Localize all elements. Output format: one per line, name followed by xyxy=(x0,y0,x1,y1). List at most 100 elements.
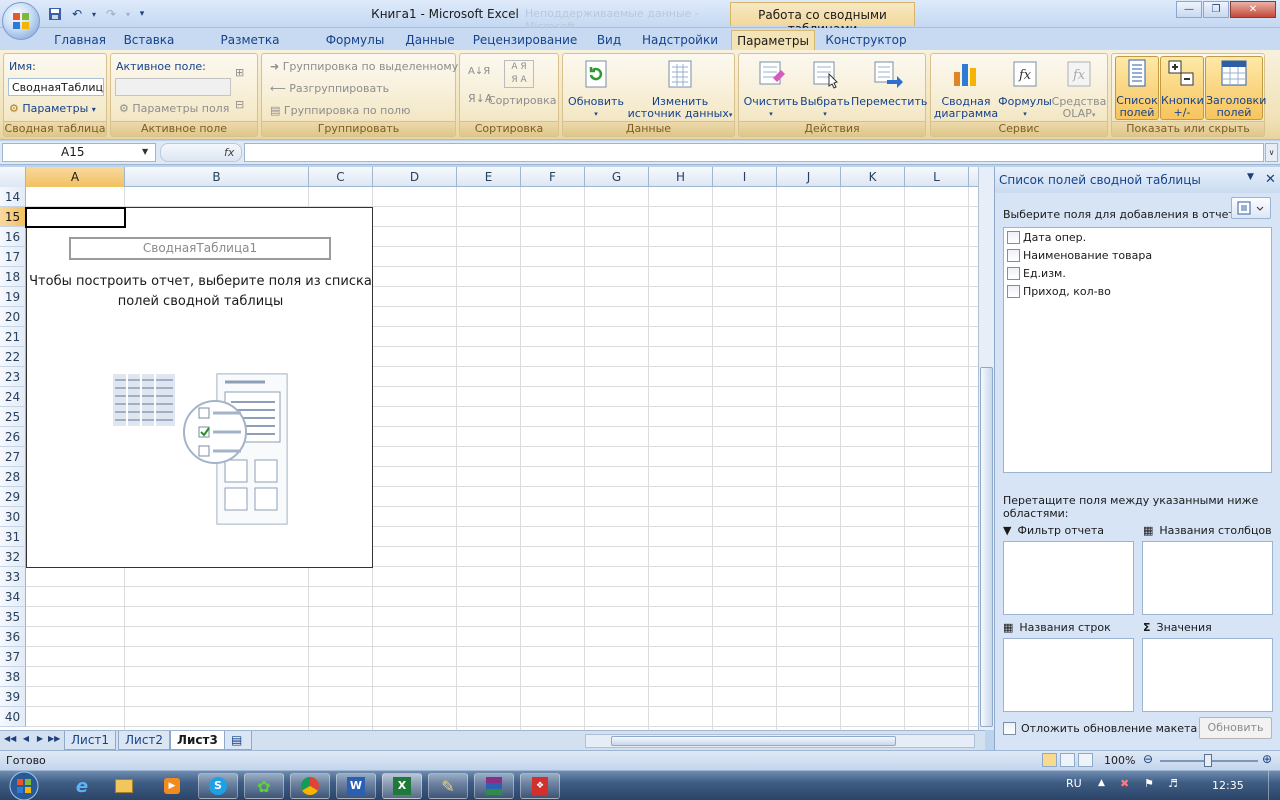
sheet-tab[interactable]: Лист2 xyxy=(118,731,171,750)
row-header[interactable]: 27 xyxy=(0,447,26,467)
pane-close-icon[interactable]: ✕ xyxy=(1265,172,1276,187)
tab-data[interactable]: Данные xyxy=(398,30,462,50)
tab-home[interactable]: Главная xyxy=(50,30,110,50)
save-icon[interactable] xyxy=(46,5,64,23)
horizontal-scrollbar[interactable] xyxy=(585,734,975,748)
field-checkbox[interactable] xyxy=(1007,230,1020,244)
page-break-view-icon[interactable] xyxy=(1078,753,1093,767)
collapse-field-icon[interactable]: ⊟ xyxy=(235,98,244,111)
prev-sheet-icon[interactable]: ◀ xyxy=(20,734,32,747)
change-source-button[interactable]: Изменить источник данных▾ xyxy=(627,58,733,121)
office-button[interactable] xyxy=(2,2,40,40)
zoom-in-icon[interactable]: ⊕ xyxy=(1262,752,1272,766)
column-header[interactable]: L xyxy=(905,167,969,187)
column-header[interactable]: I xyxy=(713,167,777,187)
olap-tools-button[interactable]: fx Средства OLAP▾ xyxy=(1051,58,1107,121)
active-cell[interactable] xyxy=(25,207,126,228)
row-header[interactable]: 17 xyxy=(0,247,26,267)
row-header[interactable]: 39 xyxy=(0,687,26,707)
expand-formula-bar-icon[interactable]: ∨ xyxy=(1265,143,1278,162)
word-icon[interactable]: W xyxy=(336,773,376,799)
chrome-icon[interactable] xyxy=(290,773,330,799)
tab-formulas[interactable]: Формулы xyxy=(320,30,390,50)
move-button[interactable]: Переместить xyxy=(851,58,927,108)
pivot-table-placeholder[interactable]: СводнаяТаблица1 Чтобы построить отчет, в… xyxy=(26,207,373,568)
zone-filter[interactable] xyxy=(1003,541,1134,615)
field-item[interactable]: Ед.изм. xyxy=(1007,265,1066,281)
row-header[interactable]: 32 xyxy=(0,547,26,567)
chevron-down-icon[interactable]: ▼ xyxy=(142,147,148,156)
field-settings-button[interactable]: ⚙ Параметры поля xyxy=(119,102,229,115)
volume-icon[interactable]: ♬ xyxy=(1168,777,1178,790)
clear-button[interactable]: Очистить ▾ xyxy=(741,58,801,120)
tab-page-layout[interactable]: Разметка страницы xyxy=(190,30,310,61)
tab-view[interactable]: Вид xyxy=(590,30,628,50)
sort-dialog-icon[interactable]: А ЯЯ А xyxy=(504,60,534,88)
row-header[interactable]: 20 xyxy=(0,307,26,327)
zoom-slider-thumb[interactable] xyxy=(1204,754,1212,767)
field-headers-toggle[interactable]: Заголовки полей xyxy=(1205,56,1266,120)
next-sheet-icon[interactable]: ▶ xyxy=(34,734,46,747)
row-header[interactable]: 34 xyxy=(0,587,26,607)
expand-field-icon[interactable]: ⊞ xyxy=(235,66,244,79)
pivot-name-input[interactable]: СводнаяТаблица1 xyxy=(8,78,104,96)
insert-function-icon[interactable]: fx xyxy=(224,146,234,159)
field-checkbox[interactable] xyxy=(1007,248,1020,262)
clock[interactable]: 12:35 xyxy=(1212,779,1244,792)
start-button-icon[interactable] xyxy=(4,771,44,800)
select-all-corner[interactable] xyxy=(0,167,26,187)
column-header[interactable]: B xyxy=(125,167,309,187)
worksheet-grid[interactable]: ABCDEFGHIJKL 14 15 16 17 18 19 20 21 22 23 24 25 26 2… xyxy=(0,167,978,730)
row-header[interactable]: 40 xyxy=(0,707,26,727)
excel-icon[interactable]: X xyxy=(382,773,422,799)
row-header[interactable]: 22 xyxy=(0,347,26,367)
row-header[interactable]: 26 xyxy=(0,427,26,447)
first-sheet-icon[interactable]: ◀◀ xyxy=(4,734,16,747)
zoom-level[interactable]: 100% xyxy=(1104,754,1135,767)
redo-dropdown-icon[interactable]: ▾ xyxy=(124,5,132,23)
page-layout-view-icon[interactable] xyxy=(1060,753,1075,767)
media-player-icon[interactable]: ▶ xyxy=(152,773,192,799)
zone-values[interactable] xyxy=(1142,638,1273,712)
action-center-icon[interactable]: ⚑ xyxy=(1144,777,1154,790)
tab-review[interactable]: Рецензирование xyxy=(470,30,580,50)
row-header[interactable]: 24 xyxy=(0,387,26,407)
normal-view-icon[interactable] xyxy=(1042,753,1057,767)
row-header[interactable]: 14 xyxy=(0,187,26,207)
pdf-reader-icon[interactable]: ❖ xyxy=(520,773,560,799)
row-header[interactable]: 31 xyxy=(0,527,26,547)
skype-icon[interactable]: S xyxy=(198,773,238,799)
column-header[interactable]: K xyxy=(841,167,905,187)
group-selection-button[interactable]: ➜ Группировка по выделенному xyxy=(270,60,458,73)
tab-options[interactable]: Параметры xyxy=(731,30,815,50)
sheet-tab-active[interactable]: Лист3 xyxy=(170,731,225,750)
sheet-tab[interactable]: Лист1 xyxy=(64,731,117,750)
ungroup-button[interactable]: ⟵ Разгруппировать xyxy=(270,82,389,95)
column-header[interactable]: D xyxy=(373,167,457,187)
formula-input[interactable] xyxy=(244,143,1264,162)
row-header[interactable]: 35 xyxy=(0,607,26,627)
sort-az-icon[interactable]: A↓Я xyxy=(468,66,490,77)
close-button[interactable]: ✕ xyxy=(1230,1,1276,18)
column-header[interactable]: J xyxy=(777,167,841,187)
expand-buttons-toggle[interactable]: Кнопки +/- xyxy=(1160,56,1204,120)
group-field-button[interactable]: ▤ Группировка по полю xyxy=(270,104,410,117)
sort-button[interactable]: Сортировка xyxy=(488,94,557,107)
column-header[interactable]: C xyxy=(309,167,373,187)
pivot-chart-button[interactable]: Сводная диаграмма xyxy=(933,58,999,120)
network-icon[interactable]: ✖ xyxy=(1120,777,1129,790)
row-header[interactable]: 19 xyxy=(0,287,26,307)
row-header[interactable]: 30 xyxy=(0,507,26,527)
tab-design[interactable]: Конструктор xyxy=(822,30,910,50)
column-header[interactable]: G xyxy=(585,167,649,187)
formulas-button[interactable]: fx Формулы ▾ xyxy=(997,58,1053,120)
column-header[interactable]: E xyxy=(457,167,521,187)
name-box[interactable]: A15 xyxy=(2,143,156,162)
ie-icon[interactable]: e xyxy=(62,773,102,799)
column-header[interactable]: A xyxy=(26,167,125,187)
winrar-icon[interactable] xyxy=(474,773,514,799)
tab-addins[interactable]: Надстройки xyxy=(638,30,722,50)
row-header[interactable]: 23 xyxy=(0,367,26,387)
pivot-options-button[interactable]: ⚙ Параметры ▾ xyxy=(9,102,96,115)
tab-insert[interactable]: Вставка xyxy=(118,30,180,50)
